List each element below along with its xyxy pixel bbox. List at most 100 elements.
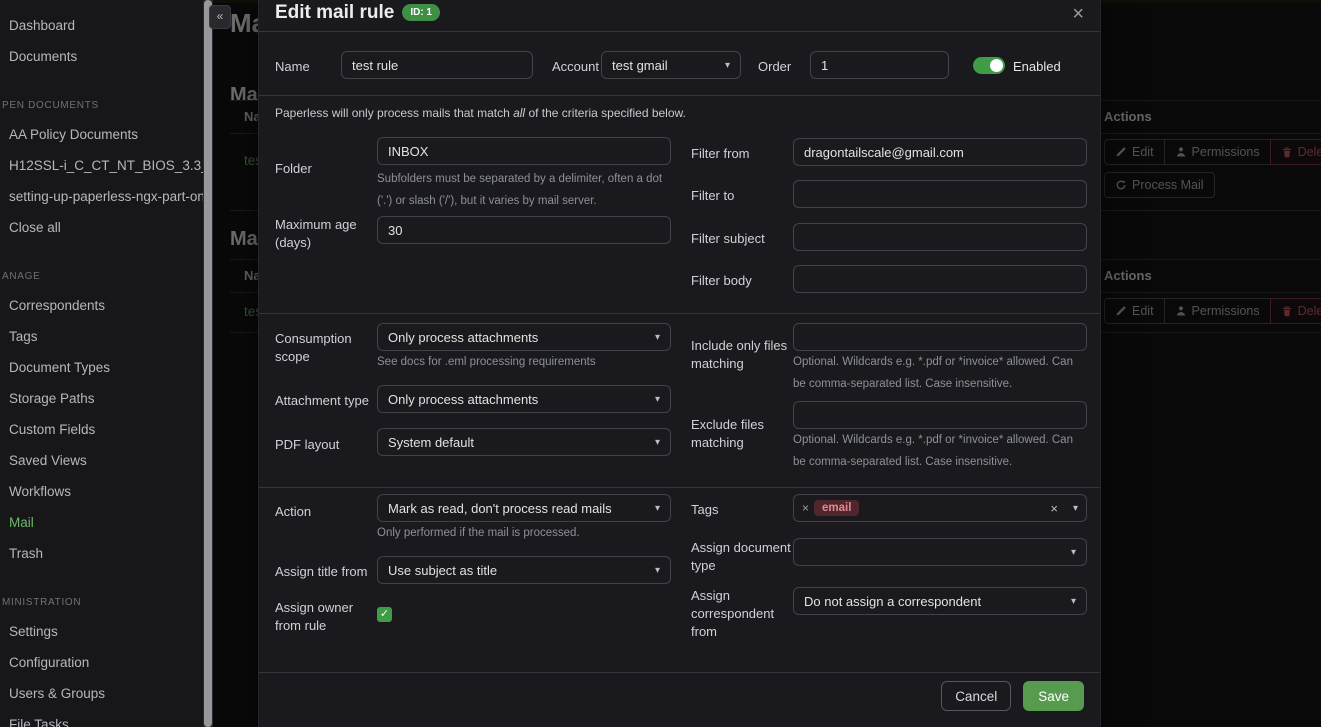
sidebar-item-open-doc-3[interactable]: □ setting-up-paperless-ngx-part-one bbox=[0, 181, 203, 212]
file-icon: □ bbox=[0, 119, 5, 150]
sidebar-item-document-types[interactable]: □ Document Types bbox=[0, 352, 203, 383]
clear-all-icon[interactable]: × bbox=[1050, 501, 1058, 516]
tasks-icon: □ bbox=[0, 709, 5, 727]
tags-label: Tags bbox=[691, 501, 718, 519]
assign-correspondent-select[interactable]: Do not assign a correspondent▾ bbox=[793, 587, 1087, 615]
sidebar-scrollbar-thumb[interactable] bbox=[204, 0, 212, 727]
pdf-layout-select[interactable]: System default▾ bbox=[377, 428, 671, 456]
sidebar-item-file-tasks[interactable]: □File Tasks bbox=[0, 709, 203, 727]
sidebar-item-open-doc-2[interactable]: □H12SSL-i_C_CT_NT_BIOS_3.3_rele... bbox=[0, 150, 203, 181]
workflow-icon: □ bbox=[0, 476, 5, 507]
action-select[interactable]: Mark as read, don't process read mails▾ bbox=[377, 494, 671, 522]
sidebar-item-label: Trash bbox=[9, 546, 43, 561]
assign-owner-checkbox[interactable]: ✓ bbox=[377, 607, 392, 622]
enabled-toggle[interactable] bbox=[973, 57, 1005, 74]
sidebar-item-custom-fields[interactable]: □Custom Fields bbox=[0, 414, 203, 445]
sidebar-item-label: Custom Fields bbox=[9, 422, 95, 437]
gear-icon: □ bbox=[0, 616, 5, 647]
sidebar-item-label: Settings bbox=[9, 624, 58, 639]
sidebar-scrollbar-track bbox=[203, 0, 213, 727]
sidebar-item-label: Tags bbox=[9, 329, 38, 344]
cancel-button[interactable]: Cancel bbox=[941, 681, 1011, 711]
sidebar-item-dashboard[interactable]: □Dashboard bbox=[0, 10, 203, 41]
max-age-label: Maximum age (days) bbox=[275, 216, 367, 252]
sidebar-item-label: Saved Views bbox=[9, 453, 87, 468]
filter-subject-input[interactable] bbox=[793, 223, 1087, 251]
sidebar-item-label: Document Types bbox=[9, 360, 110, 375]
include-files-input[interactable] bbox=[793, 323, 1087, 351]
sidebar-item-tags[interactable]: □ Tags bbox=[0, 321, 203, 352]
assign-doctype-select[interactable]: ▾ bbox=[793, 538, 1087, 566]
folder-icon: □ bbox=[0, 383, 5, 414]
sidebar-item-storage-paths[interactable]: □Storage Paths bbox=[0, 383, 203, 414]
assign-title-from-select[interactable]: Use subject as title▾ bbox=[377, 556, 671, 584]
sidebar-item-settings[interactable]: □ Settings bbox=[0, 616, 203, 647]
filter-from-input[interactable] bbox=[793, 138, 1087, 166]
remove-tag-icon[interactable]: × bbox=[802, 501, 809, 515]
tags-select[interactable]: × email × ▾ bbox=[793, 494, 1087, 522]
id-badge: ID: 1 bbox=[402, 4, 440, 21]
consumption-scope-hint: See docs for .eml processing requirement… bbox=[377, 351, 671, 373]
chevron-down-icon: ▾ bbox=[655, 437, 660, 448]
sidebar-item-workflows[interactable]: □Workflows bbox=[0, 476, 203, 507]
filter-body-input[interactable] bbox=[793, 265, 1087, 293]
account-select[interactable]: test gmail▾ bbox=[601, 51, 741, 79]
toggle-knob bbox=[990, 59, 1003, 72]
attachment-type-select[interactable]: Only process attachments▾ bbox=[377, 385, 671, 413]
assign-doctype-label: Assign document type bbox=[691, 539, 791, 575]
chevron-down-icon: ▾ bbox=[655, 503, 660, 514]
sidebar-item-label: Mail bbox=[9, 515, 34, 530]
sidebar-item-mail[interactable]: □Mail bbox=[0, 507, 203, 538]
consumption-scope-select[interactable]: Only process attachments▾ bbox=[377, 323, 671, 351]
tag-icon: □ bbox=[0, 321, 5, 352]
max-age-input[interactable] bbox=[377, 216, 671, 244]
enabled-label: Enabled bbox=[1013, 58, 1061, 76]
sidebar-item-saved-views[interactable]: □Saved Views bbox=[0, 445, 203, 476]
close-icon[interactable]: × bbox=[1072, 0, 1084, 28]
separator bbox=[259, 95, 1100, 96]
separator bbox=[259, 313, 1100, 314]
name-label: Name bbox=[275, 58, 310, 76]
open-documents-section-title: PEN DOCUMENTS bbox=[0, 99, 203, 112]
folder-input[interactable] bbox=[377, 137, 671, 165]
filter-from-label: Filter from bbox=[691, 145, 750, 163]
sidebar-item-label: Dashboard bbox=[9, 18, 75, 33]
chevron-down-icon: ▾ bbox=[655, 332, 660, 343]
sidebar-item-users-groups[interactable]: □ Users & Groups bbox=[0, 678, 203, 709]
account-label: Account bbox=[552, 58, 599, 76]
tag-chip: email bbox=[814, 500, 859, 516]
sidebar-item-label: AA Policy Documents bbox=[9, 127, 138, 142]
order-input[interactable] bbox=[810, 51, 949, 79]
folder-hint: Subfolders must be separated by a delimi… bbox=[377, 168, 671, 212]
people-icon: □ bbox=[0, 678, 5, 709]
check-icon: ✓ bbox=[380, 608, 389, 620]
sidebar-item-label: Users & Groups bbox=[9, 686, 105, 701]
dialog-header: Edit mail ruleID: 1 × bbox=[259, 0, 1100, 32]
dialog-footer-separator bbox=[259, 672, 1100, 673]
sidebar-item-configuration[interactable]: □Configuration bbox=[0, 647, 203, 678]
sidebar-item-close-all[interactable]: □Close all bbox=[0, 212, 203, 243]
dialog-footer: Cancel Save bbox=[259, 681, 1084, 711]
assign-owner-label: Assign owner from rule bbox=[275, 599, 360, 635]
save-button[interactable]: Save bbox=[1023, 681, 1084, 711]
trash-icon: □ bbox=[0, 538, 5, 569]
administration-section-title: MINISTRATION bbox=[0, 596, 203, 609]
sidebar-item-correspondents[interactable]: □Correspondents bbox=[0, 290, 203, 321]
doc-type-icon: □ bbox=[0, 352, 5, 383]
chevron-down-icon: ▾ bbox=[1071, 547, 1076, 558]
file-icon: □ bbox=[0, 150, 5, 181]
chevron-down-icon: ▾ bbox=[655, 394, 660, 405]
exclude-files-input[interactable] bbox=[793, 401, 1087, 429]
file-icon: □ bbox=[0, 181, 5, 212]
consumption-scope-label: Consumption scope bbox=[275, 330, 370, 366]
name-input[interactable] bbox=[341, 51, 533, 79]
sidebar-item-label: setting-up-paperless-ngx-part-one bbox=[9, 189, 203, 204]
chevrons-left-icon: « bbox=[217, 9, 224, 23]
documents-icon: □ bbox=[0, 41, 5, 72]
action-hint: Only performed if the mail is processed. bbox=[377, 522, 671, 544]
sidebar-item-documents[interactable]: □Documents bbox=[0, 41, 203, 72]
sidebar-collapse-button[interactable]: « bbox=[209, 5, 231, 29]
sidebar-item-trash[interactable]: □ Trash bbox=[0, 538, 203, 569]
filter-to-input[interactable] bbox=[793, 180, 1087, 208]
sidebar-item-open-doc-1[interactable]: □ AA Policy Documents bbox=[0, 119, 203, 150]
